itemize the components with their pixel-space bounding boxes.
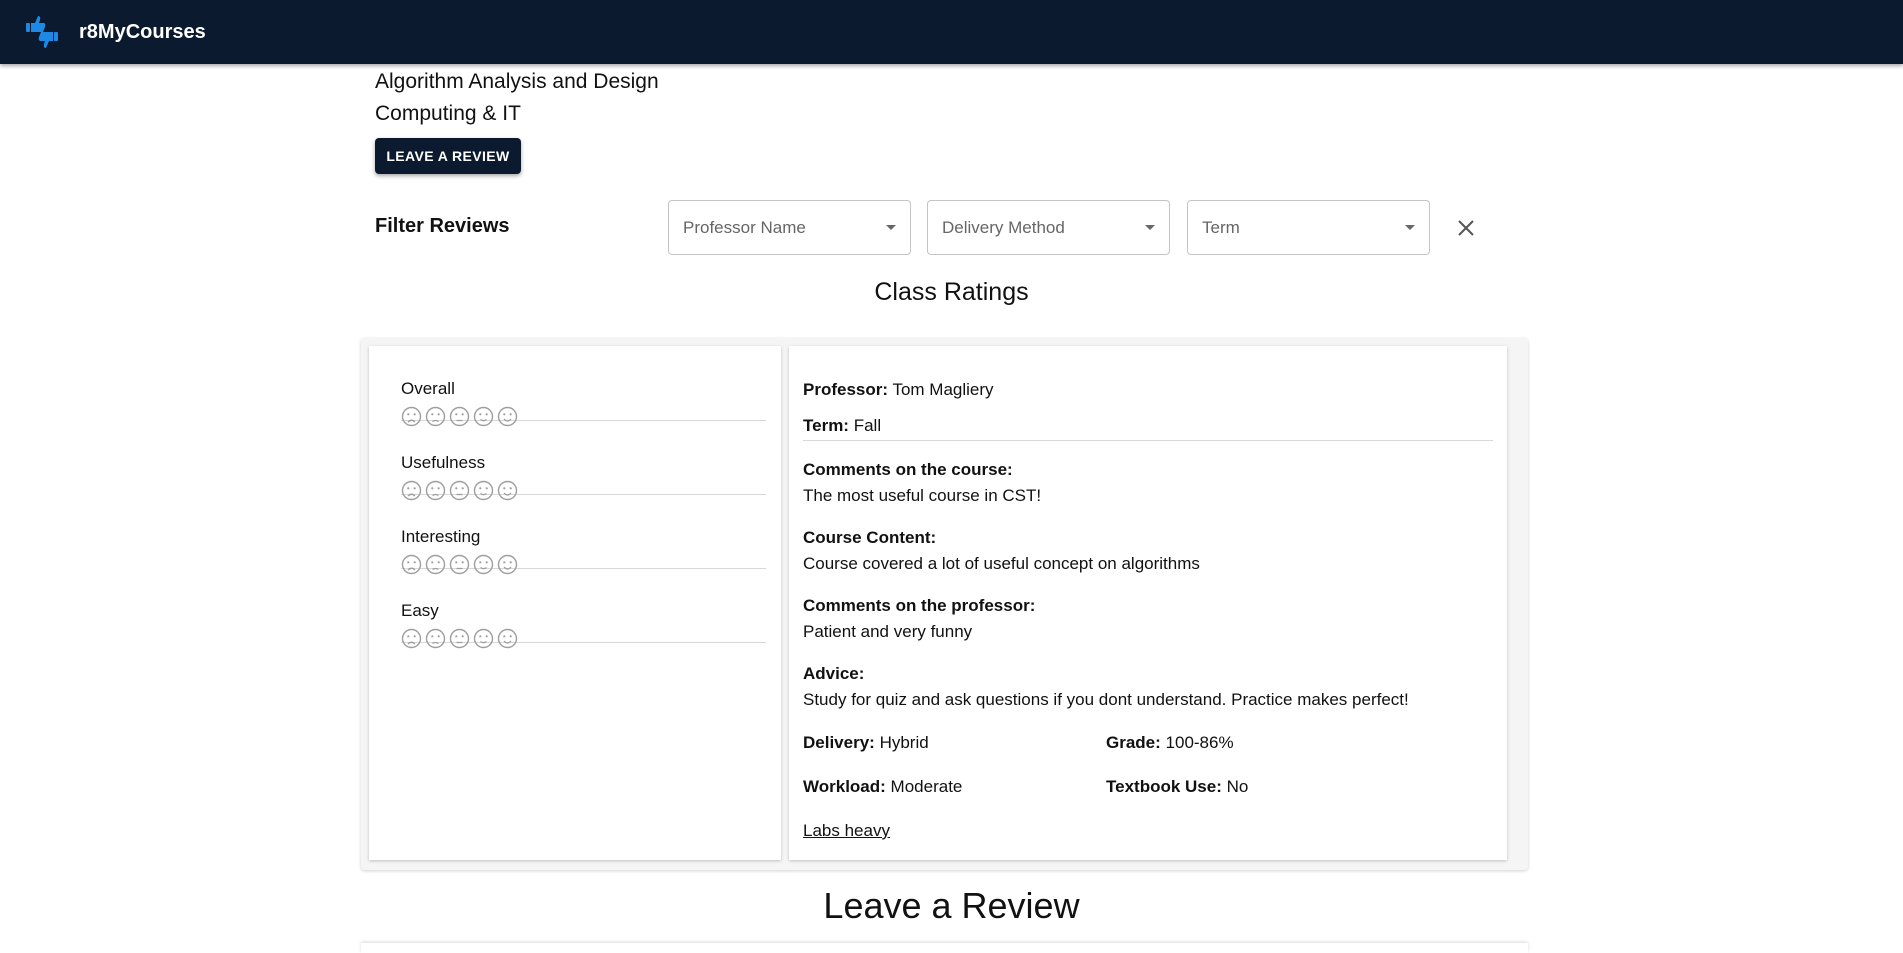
brand-name[interactable]: r8MyCourses [79, 21, 206, 44]
review-card: Professor: Tom Magliery Term: Fall Comme… [789, 346, 1507, 860]
rating-label: Easy [401, 601, 439, 620]
rating-label: Overall [401, 379, 455, 398]
rating-row-overall: Overall [401, 346, 766, 427]
rating-row-interesting: Interesting [401, 494, 766, 575]
comments-professor-value: Patient and very funny [803, 622, 973, 641]
professor-value: Tom Magliery [892, 380, 994, 399]
term-label: Term: [803, 416, 849, 435]
delivery-line: Delivery: Hybrid [803, 733, 929, 753]
workload-value: Moderate [890, 777, 963, 796]
term-placeholder: Term [1202, 217, 1240, 237]
grade-value: 100-86% [1165, 733, 1234, 752]
review-tag[interactable]: Labs heavy [803, 821, 890, 841]
comments-course-value: The most useful course in CST! [803, 486, 1042, 505]
grade-label: Grade: [1106, 733, 1161, 752]
leave-review-button[interactable]: LEAVE A REVIEW [375, 138, 521, 174]
advice-value: Study for quiz and ask questions if you … [803, 690, 1409, 709]
happy-face-icon[interactable] [473, 628, 494, 649]
workload-label: Workload: [803, 777, 886, 796]
app-bar: r8MyCourses [0, 0, 1903, 64]
professor-name-select[interactable]: Professor Name [668, 200, 911, 255]
dropdown-arrow-icon [886, 225, 896, 230]
sad-face-icon[interactable] [425, 628, 446, 649]
textbook-line: Textbook Use: No [1106, 777, 1248, 797]
professor-line: Professor: Tom Magliery [803, 380, 994, 400]
rating-label: Usefulness [401, 453, 486, 472]
textbook-label: Textbook Use: [1106, 777, 1222, 796]
rating-row-easy: Easy [401, 568, 766, 649]
course-content-label: Course Content: [803, 528, 937, 547]
professor-label: Professor: [803, 380, 889, 399]
rating-row-usefulness: Usefulness [401, 420, 766, 501]
term-value: Fall [853, 416, 882, 435]
leave-review-heading: Leave a Review [823, 885, 1080, 926]
term-line: Term: Fall [803, 416, 881, 436]
class-ratings-heading: Class Ratings [874, 278, 1029, 306]
course-title: Algorithm Analysis and Design [375, 70, 659, 93]
grade-line: Grade: 100-86% [1106, 733, 1234, 753]
advice-label: Advice: [803, 664, 865, 683]
comments-course-label: Comments on the course: [803, 460, 1013, 479]
review-form-card [361, 943, 1528, 953]
thumbs-up-down-icon[interactable] [24, 14, 60, 50]
delivery-label: Delivery: [803, 733, 875, 752]
very-happy-face-icon[interactable] [497, 628, 518, 649]
professor-name-placeholder: Professor Name [683, 217, 806, 237]
delivery-method-placeholder: Delivery Method [942, 217, 1065, 237]
dropdown-arrow-icon [1145, 225, 1155, 230]
delivery-method-select[interactable]: Delivery Method [927, 200, 1170, 255]
very-sad-face-icon[interactable] [401, 628, 422, 649]
rating-label: Interesting [401, 527, 481, 546]
rating-faces [401, 628, 518, 649]
workload-line: Workload: Moderate [803, 777, 962, 797]
close-icon[interactable] [1454, 216, 1478, 240]
ratings-card: Overall Usefulness Interesting Easy [369, 346, 781, 860]
course-content-value: Course covered a lot of useful concept o… [803, 554, 1200, 573]
textbook-value: No [1226, 777, 1249, 796]
course-department: Computing & IT [375, 102, 521, 125]
term-select[interactable]: Term [1187, 200, 1430, 255]
labs-heavy-tag[interactable]: Labs heavy [803, 821, 890, 840]
divider [803, 440, 1493, 441]
comments-professor-label: Comments on the professor: [803, 596, 1036, 615]
neutral-face-icon[interactable] [449, 628, 470, 649]
filter-reviews-label: Filter Reviews [375, 215, 510, 237]
delivery-value: Hybrid [879, 733, 929, 752]
dropdown-arrow-icon [1405, 225, 1415, 230]
